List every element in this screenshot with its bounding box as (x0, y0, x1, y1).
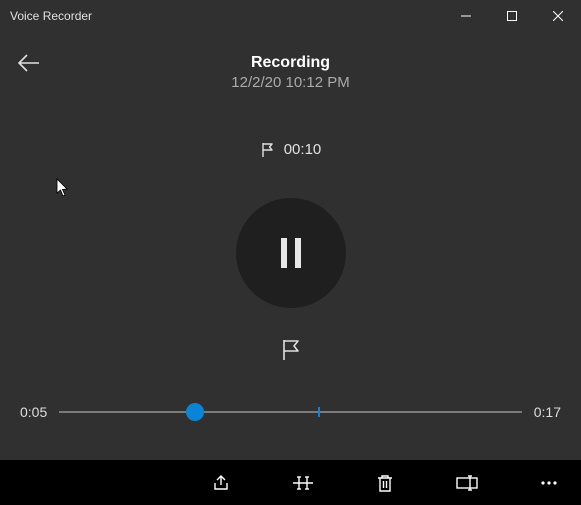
trim-button[interactable] (291, 471, 315, 495)
share-button[interactable] (209, 471, 233, 495)
app-title: Voice Recorder (10, 9, 443, 23)
playhead[interactable] (186, 403, 204, 421)
maximize-button[interactable] (489, 0, 535, 32)
close-button[interactable] (535, 0, 581, 32)
recording-timestamp: 12/2/20 10:12 PM (231, 74, 349, 91)
rename-icon (456, 475, 478, 491)
timeline-track[interactable] (59, 411, 522, 413)
content-area: Recording 12/2/20 10:12 PM 00:10 0:05 0:… (0, 32, 581, 460)
timeline: 0:05 0:17 (20, 404, 561, 420)
time-total: 0:17 (534, 404, 561, 420)
time-current: 0:05 (20, 404, 47, 420)
maximize-icon (507, 11, 517, 21)
more-button[interactable] (537, 471, 561, 495)
trim-icon (292, 474, 314, 492)
minimize-icon (461, 11, 471, 21)
mouse-cursor (56, 178, 70, 198)
marker-time-row: 00:10 (260, 141, 322, 158)
close-icon (553, 11, 563, 21)
trash-icon (376, 473, 394, 493)
timeline-marker (318, 407, 320, 417)
flag-icon (279, 338, 303, 362)
titlebar: Voice Recorder (0, 0, 581, 32)
pause-button[interactable] (236, 198, 346, 308)
bottom-toolbar (0, 460, 581, 505)
rename-button[interactable] (455, 471, 479, 495)
delete-button[interactable] (373, 471, 397, 495)
back-arrow-icon (18, 54, 40, 72)
back-button[interactable] (18, 54, 40, 72)
minimize-button[interactable] (443, 0, 489, 32)
marker-time: 00:10 (284, 141, 322, 158)
window-controls (443, 0, 581, 32)
add-marker-button[interactable] (279, 338, 303, 362)
flag-icon (260, 142, 276, 158)
more-icon (540, 480, 558, 486)
pause-icon (281, 238, 301, 268)
app-window: Voice Recorder Recording 12/2/20 10:12 P… (0, 0, 581, 460)
recording-status: Recording (251, 54, 330, 72)
share-icon (211, 473, 231, 493)
